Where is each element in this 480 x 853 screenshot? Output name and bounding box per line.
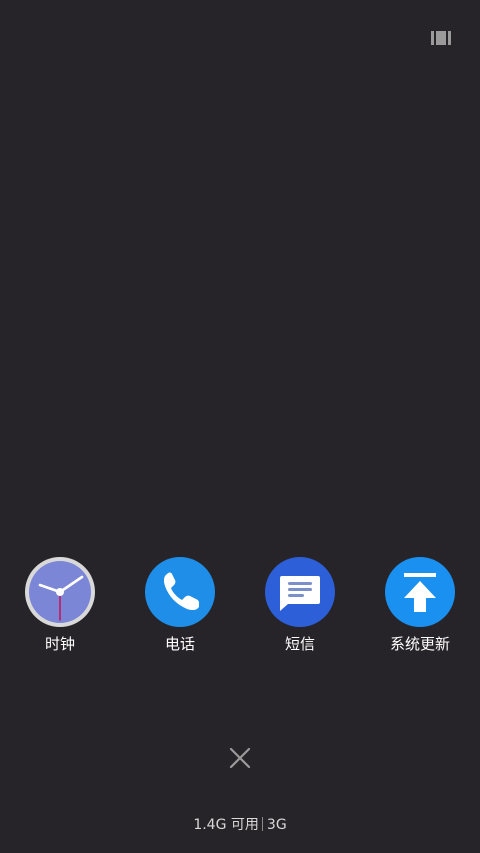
clear-all-button[interactable] <box>227 745 253 771</box>
message-icon <box>265 557 335 627</box>
recent-apps-row: 时钟 电话 短信 系统更新 <box>0 556 480 666</box>
memory-total: 3G <box>266 817 287 833</box>
clock-icon <box>25 557 95 627</box>
app-system-update[interactable]: 系统更新 <box>365 556 475 654</box>
memory-status: 1.4G 可用 3G <box>0 814 480 836</box>
app-clock[interactable]: 时钟 <box>5 556 115 654</box>
close-icon <box>229 747 251 769</box>
app-label-phone: 电话 <box>164 635 195 653</box>
app-messages[interactable]: 短信 <box>245 556 355 654</box>
memory-available: 1.4G 可用 <box>193 817 259 833</box>
system-update-icon <box>385 557 455 627</box>
app-label-clock: 时钟 <box>44 635 75 653</box>
app-label-system-update: 系统更新 <box>389 635 450 653</box>
app-label-messages: 短信 <box>284 635 315 653</box>
view-toggle-button[interactable] <box>428 28 454 48</box>
app-phone[interactable]: 电话 <box>125 556 235 654</box>
phone-icon <box>145 557 215 627</box>
recent-apps-screen: 时钟 电话 短信 系统更新 1.4G 可用 3G <box>0 0 480 853</box>
grid-view-icon <box>431 31 451 45</box>
memory-separator <box>261 817 263 831</box>
